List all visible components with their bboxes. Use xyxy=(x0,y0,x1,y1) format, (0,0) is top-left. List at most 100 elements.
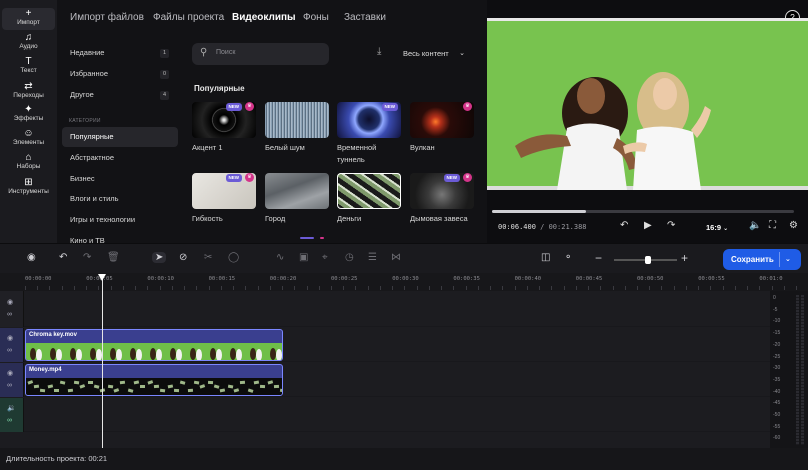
zoom-slider[interactable] xyxy=(614,256,677,264)
rewind-icon[interactable]: ↶ xyxy=(620,220,628,231)
category-popular[interactable]: Популярные xyxy=(62,127,178,147)
playhead-handle[interactable] xyxy=(98,274,106,281)
ruler-tick xyxy=(490,286,492,290)
clip-thumbnail[interactable]: NEW ♛ xyxy=(192,173,256,209)
link-icon[interactable]: ∞ xyxy=(7,382,12,389)
sidebar-item-other[interactable]: Другое 4 xyxy=(62,85,178,105)
category-games-tech[interactable]: Игры и технологии xyxy=(62,210,178,230)
ruler-label: 00:00:40 xyxy=(514,276,542,282)
tab-import-files[interactable]: Импорт файлов xyxy=(70,12,144,23)
ruler-tick xyxy=(171,286,173,290)
ruler-tick xyxy=(722,286,724,290)
transition-icon: ⇄ xyxy=(24,81,33,92)
rail-item-grid[interactable]: ⊞ Инструменты xyxy=(2,177,55,199)
clip-thumbnail[interactable]: NEW ♛ xyxy=(192,102,256,138)
audio-wave-icon[interactable]: ∿ xyxy=(276,252,284,263)
category-business[interactable]: Бизнес xyxy=(62,169,178,189)
preview-scrubber[interactable] xyxy=(492,210,794,213)
settings-icon[interactable]: ⚙ xyxy=(789,220,798,231)
bag-icon: ⌂ xyxy=(25,152,32,163)
timeline-clip-chroma[interactable]: Chroma key.mov xyxy=(25,329,283,361)
track-lane-empty[interactable] xyxy=(24,291,770,327)
transform-icon[interactable]: ⋈ xyxy=(391,252,401,263)
sidebar-item-label: Избранное xyxy=(70,69,109,78)
project-duration: Длительность проекта: 00:21 xyxy=(6,454,108,463)
tab-video-clips[interactable]: Видеоклипы xyxy=(232,12,296,23)
scroll-indicator xyxy=(320,237,324,239)
search-input[interactable]: ⚲ Поиск xyxy=(192,43,329,65)
save-button[interactable]: Сохранить ⌄ xyxy=(723,249,801,270)
category-abstract[interactable]: Абстрактное xyxy=(62,148,178,168)
tab-intros[interactable]: Заставки xyxy=(344,12,386,23)
clip-thumbnail[interactable] xyxy=(337,173,401,209)
shield-icon[interactable]: ◯ xyxy=(228,252,239,263)
filmstrip-frame xyxy=(186,343,206,360)
content-filter-dropdown[interactable]: Весь контент ⌄ xyxy=(395,43,473,65)
category-vlogs[interactable]: Влоги и стиль xyxy=(62,189,178,209)
eye-icon[interactable]: ◉ xyxy=(7,334,13,342)
no-snap-icon[interactable]: ⊘ xyxy=(179,252,187,263)
ruler-tick xyxy=(392,286,394,290)
audio-split-icon[interactable]: ◫ xyxy=(541,252,550,263)
speed-icon[interactable]: ◷ xyxy=(345,252,354,263)
tab-backgrounds[interactable]: Фоны xyxy=(303,12,329,23)
track-lane-audio[interactable] xyxy=(24,398,770,432)
sidebar-item-recent[interactable]: Недавние 1 xyxy=(62,43,178,63)
clip-thumbnail[interactable]: NEW xyxy=(337,102,401,138)
clip-thumbnail[interactable]: NEW ♛ xyxy=(410,173,474,209)
text-icon: T xyxy=(25,56,32,67)
link-icon[interactable]: ∞ xyxy=(7,347,12,354)
link-icon[interactable]: ∞ xyxy=(7,311,12,318)
category-film-tv[interactable]: Кино и ТВ xyxy=(62,231,178,243)
caption-icon[interactable]: ▣ xyxy=(299,252,308,263)
forward-icon[interactable]: ↷ xyxy=(667,220,675,231)
adjust-icon[interactable]: ☰ xyxy=(368,252,377,263)
zoom-in-icon[interactable]: + xyxy=(681,251,688,265)
rail-item-plus[interactable]: + Импорт xyxy=(2,8,55,30)
meter-label: -45 xyxy=(773,400,781,407)
magnet-icon[interactable]: ⚬ xyxy=(564,252,572,263)
clip-thumbnail[interactable] xyxy=(265,102,329,138)
rail-item-transition[interactable]: ⇄ Переходы xyxy=(2,81,55,103)
split-icon[interactable]: ✂ xyxy=(204,252,212,263)
filmstrip-figure xyxy=(236,349,242,360)
zoom-slider-handle[interactable] xyxy=(645,256,652,264)
crop-icon[interactable]: ⌖ xyxy=(322,252,328,263)
fullscreen-icon[interactable]: ⛶ xyxy=(769,220,776,231)
rail-item-smiley[interactable]: ☺ Элементы xyxy=(2,128,55,150)
rail-item-bag[interactable]: ⌂ Наборы xyxy=(2,152,55,174)
undo-icon[interactable]: ↶ xyxy=(59,252,67,263)
volume-icon[interactable]: 🔈 xyxy=(749,220,761,231)
redo-icon[interactable]: ↷ xyxy=(83,252,91,263)
clip-thumbnail[interactable] xyxy=(265,173,329,209)
select-pointer-icon[interactable]: ➤ xyxy=(152,252,167,263)
filter-label: Весь контент xyxy=(403,49,449,58)
ruler-tick xyxy=(110,286,112,290)
download-icon[interactable]: ⤓ xyxy=(377,46,381,57)
rail-item-music-note[interactable]: ♫ Аудио xyxy=(2,32,55,54)
ruler-tick xyxy=(331,286,332,290)
eye-icon[interactable]: ◉ xyxy=(7,298,13,306)
rail-item-sparkle[interactable]: ✦ Эффекты xyxy=(2,104,55,126)
play-icon[interactable]: ▶ xyxy=(644,220,652,231)
ruler-tick xyxy=(783,286,785,290)
timeline-ruler[interactable]: 00:00:00 00:00:05 00:00:10 00:00:15 00:00:20… xyxy=(0,273,798,291)
sidebar-item-favorites[interactable]: Избранное 0 xyxy=(62,64,178,84)
tab-project-files[interactable]: Файлы проекта xyxy=(153,12,224,23)
chevron-down-icon[interactable]: ⌄ xyxy=(785,249,791,270)
filmstrip-frame xyxy=(26,343,46,360)
ruler-tick xyxy=(220,286,222,290)
delete-icon[interactable]: 🗑 xyxy=(107,252,120,263)
video-preview[interactable] xyxy=(487,18,808,190)
playhead[interactable] xyxy=(98,274,106,454)
link-icon[interactable]: ∞ xyxy=(7,417,12,424)
meter-label: -55 xyxy=(773,423,781,430)
timeline-clip-money[interactable]: Money.mp4 xyxy=(25,364,283,396)
eye-icon[interactable]: ◉ xyxy=(7,369,13,377)
speaker-icon[interactable]: 🔉 xyxy=(7,404,16,412)
rail-item-text[interactable]: T Текст xyxy=(2,56,55,78)
record-icon[interactable]: ◉ xyxy=(27,252,36,263)
clip-thumbnail[interactable]: ♛ xyxy=(410,102,474,138)
aspect-ratio-selector[interactable]: 16:9 ⌄ xyxy=(706,223,728,232)
zoom-out-icon[interactable]: − xyxy=(595,251,602,265)
